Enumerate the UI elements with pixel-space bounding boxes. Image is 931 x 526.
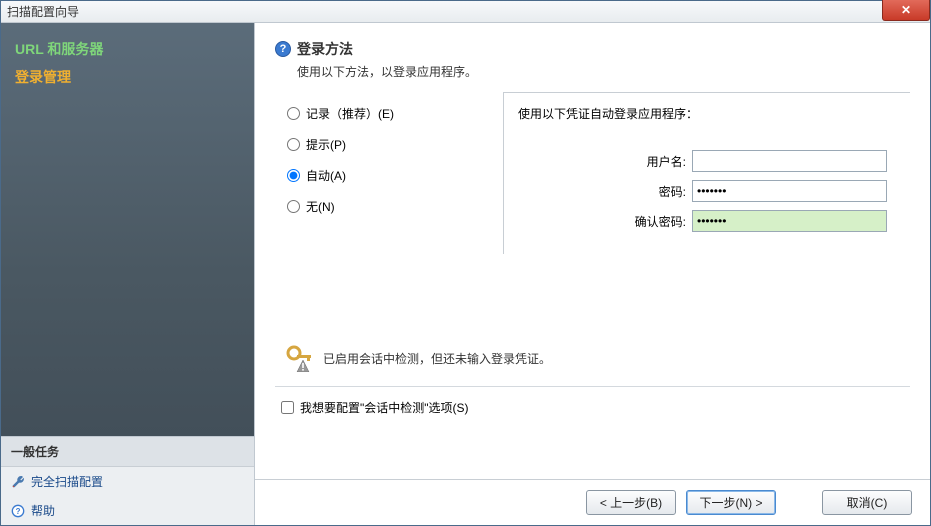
password-label: 密码:: [608, 183, 686, 200]
help-label: 帮助: [31, 502, 55, 519]
session-detection-row[interactable]: 我想要配置"会话中检测"选项(S): [275, 387, 910, 428]
general-tasks-header: 一般任务: [1, 437, 254, 467]
radio-record-label[interactable]: 记录（推荐）(E): [306, 105, 394, 122]
full-scan-config-label: 完全扫描配置: [31, 473, 103, 490]
radio-record[interactable]: [287, 107, 300, 120]
svg-text:?: ?: [16, 507, 21, 516]
session-detection-label[interactable]: 我想要配置"会话中检测"选项(S): [300, 399, 469, 416]
back-button[interactable]: < 上一步(B): [586, 490, 676, 515]
password-input[interactable]: [692, 180, 887, 202]
sidebar-general-tasks: 一般任务 完全扫描配置 ? 帮助: [1, 436, 254, 525]
wizard-steps: URL 和服务器 登录管理: [1, 23, 254, 111]
info-icon: ?: [275, 41, 291, 57]
radio-prompt-label[interactable]: 提示(P): [306, 136, 346, 153]
credentials-heading: 使用以下凭证自动登录应用程序：: [518, 105, 896, 122]
window-body: URL 和服务器 登录管理 一般任务 完全扫描配置 ? 帮助: [1, 23, 930, 525]
session-detection-checkbox[interactable]: [281, 401, 294, 414]
row-confirm: 确认密码:: [518, 210, 896, 232]
row-password: 密码:: [518, 180, 896, 202]
window-title: 扫描配置向导: [7, 3, 79, 20]
radio-row-none[interactable]: 无(N): [285, 191, 485, 222]
close-icon: ✕: [901, 3, 911, 17]
cancel-button[interactable]: 取消(C): [822, 490, 912, 515]
help-link[interactable]: ? 帮助: [1, 496, 254, 525]
login-method-area: 记录（推荐）(E) 提示(P) 自动(A) 无(N): [285, 92, 910, 254]
confirm-password-label: 确认密码:: [608, 213, 686, 230]
radio-row-auto[interactable]: 自动(A): [285, 160, 485, 191]
radio-row-record[interactable]: 记录（推荐）(E): [285, 98, 485, 129]
key-warning-icon: [283, 344, 315, 372]
next-button[interactable]: 下一步(N) >: [686, 490, 776, 515]
wizard-window: 扫描配置向导 ✕ URL 和服务器 登录管理 一般任务 完全扫描配置: [0, 0, 931, 526]
warning-message: 已启用会话中检测，但还未输入登录凭证。: [323, 350, 551, 367]
wrench-icon: [11, 475, 25, 489]
page-subtitle: 使用以下方法，以登录应用程序。: [297, 63, 910, 80]
titlebar: 扫描配置向导 ✕: [1, 1, 930, 23]
close-button[interactable]: ✕: [882, 0, 930, 21]
step-url-servers: URL 和服务器: [15, 39, 240, 59]
credentials-panel: 使用以下凭证自动登录应用程序： 用户名: 密码: 确认密码:: [503, 92, 910, 254]
username-label: 用户名:: [608, 153, 686, 170]
footer: < 上一步(B) 下一步(N) > 取消(C): [255, 479, 930, 525]
sidebar: URL 和服务器 登录管理 一般任务 完全扫描配置 ? 帮助: [1, 23, 254, 525]
help-icon: ?: [11, 504, 25, 518]
warning-bar: 已启用会话中检测，但还未输入登录凭证。: [275, 334, 910, 387]
radio-none[interactable]: [287, 200, 300, 213]
page-title: 登录方法: [297, 39, 353, 59]
method-radios: 记录（推荐）(E) 提示(P) 自动(A) 无(N): [285, 92, 485, 254]
radio-prompt[interactable]: [287, 138, 300, 151]
page-header: ? 登录方法: [275, 39, 910, 59]
radio-none-label[interactable]: 无(N): [306, 198, 335, 215]
step-login-management: 登录管理: [15, 67, 240, 87]
confirm-password-input[interactable]: [692, 210, 887, 232]
main-panel: ? 登录方法 使用以下方法，以登录应用程序。 记录（推荐）(E) 提示(P): [254, 23, 930, 525]
username-input[interactable]: [692, 150, 887, 172]
radio-row-prompt[interactable]: 提示(P): [285, 129, 485, 160]
row-username: 用户名:: [518, 150, 896, 172]
full-scan-config-link[interactable]: 完全扫描配置: [1, 467, 254, 496]
radio-auto-label[interactable]: 自动(A): [306, 167, 346, 184]
radio-auto[interactable]: [287, 169, 300, 182]
content-area: ? 登录方法 使用以下方法，以登录应用程序。 记录（推荐）(E) 提示(P): [255, 23, 930, 479]
